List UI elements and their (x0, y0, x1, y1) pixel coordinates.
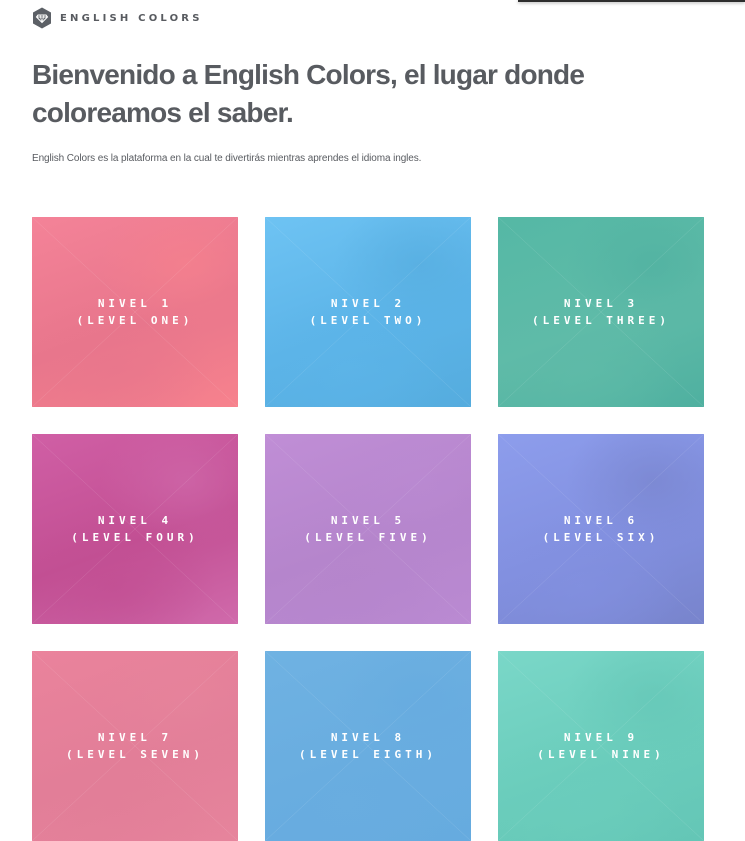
level-2-title: NIVEL 2 (330, 297, 406, 310)
level-4-caption: NIVEL 4 (LEVEL FOUR) (32, 512, 238, 546)
level-6-caption: NIVEL 6 (LEVEL SIX) (498, 512, 704, 546)
level-2-caption: NIVEL 2 (LEVEL TWO) (265, 295, 471, 329)
window-top-edge (518, 0, 745, 2)
level-8-title: NIVEL 8 (330, 731, 406, 744)
level-1-caption: NIVEL 1 (LEVEL ONE) (32, 295, 238, 329)
level-1-subtitle: (LEVEL ONE) (76, 314, 194, 327)
level-9-caption: NIVEL 9 (LEVEL NINE) (498, 729, 704, 763)
level-7-caption: NIVEL 7 (LEVEL SEVEN) (32, 729, 238, 763)
level-1-tile[interactable]: NIVEL 1 (LEVEL ONE) (32, 217, 238, 407)
level-4-title: NIVEL 4 (97, 514, 173, 527)
level-4-subtitle: (LEVEL FOUR) (71, 531, 199, 544)
level-6-tile[interactable]: NIVEL 6 (LEVEL SIX) (498, 434, 704, 624)
diamond-gem-icon (33, 7, 51, 29)
level-7-tile[interactable]: NIVEL 7 (LEVEL SEVEN) (32, 651, 238, 841)
level-3-tile[interactable]: NIVEL 3 (LEVEL THREE) (498, 217, 704, 407)
level-9-tile[interactable]: NIVEL 9 (LEVEL NINE) (498, 651, 704, 841)
level-5-tile[interactable]: NIVEL 5 (LEVEL FIVE) (265, 434, 471, 624)
level-5-caption: NIVEL 5 (LEVEL FIVE) (265, 512, 471, 546)
level-6-subtitle: (LEVEL SIX) (542, 531, 660, 544)
level-9-subtitle: (LEVEL NINE) (537, 748, 665, 761)
level-4-tile[interactable]: NIVEL 4 (LEVEL FOUR) (32, 434, 238, 624)
level-8-tile[interactable]: NIVEL 8 (LEVEL EIGTH) (265, 651, 471, 841)
level-3-caption: NIVEL 3 (LEVEL THREE) (498, 295, 704, 329)
level-6-title: NIVEL 6 (563, 514, 639, 527)
brand-home-link[interactable]: ENGLISH COLORS (32, 7, 203, 29)
level-8-subtitle: (LEVEL EIGTH) (298, 748, 438, 761)
level-9-title: NIVEL 9 (563, 731, 639, 744)
level-3-title: NIVEL 3 (563, 297, 639, 310)
level-7-subtitle: (LEVEL SEVEN) (65, 748, 205, 761)
level-3-subtitle: (LEVEL THREE) (531, 314, 671, 327)
level-2-tile[interactable]: NIVEL 2 (LEVEL TWO) (265, 217, 471, 407)
intro-text: English Colors es la plataforma en la cu… (32, 153, 422, 164)
level-5-title: NIVEL 5 (330, 514, 406, 527)
level-7-title: NIVEL 7 (97, 731, 173, 744)
level-8-caption: NIVEL 8 (LEVEL EIGTH) (265, 729, 471, 763)
level-1-title: NIVEL 1 (97, 297, 173, 310)
brand-name: ENGLISH COLORS (60, 12, 203, 24)
level-2-subtitle: (LEVEL TWO) (309, 314, 427, 327)
level-5-subtitle: (LEVEL FIVE) (304, 531, 432, 544)
page-headline: Bienvenido a English Colors, el lugar do… (32, 59, 585, 128)
